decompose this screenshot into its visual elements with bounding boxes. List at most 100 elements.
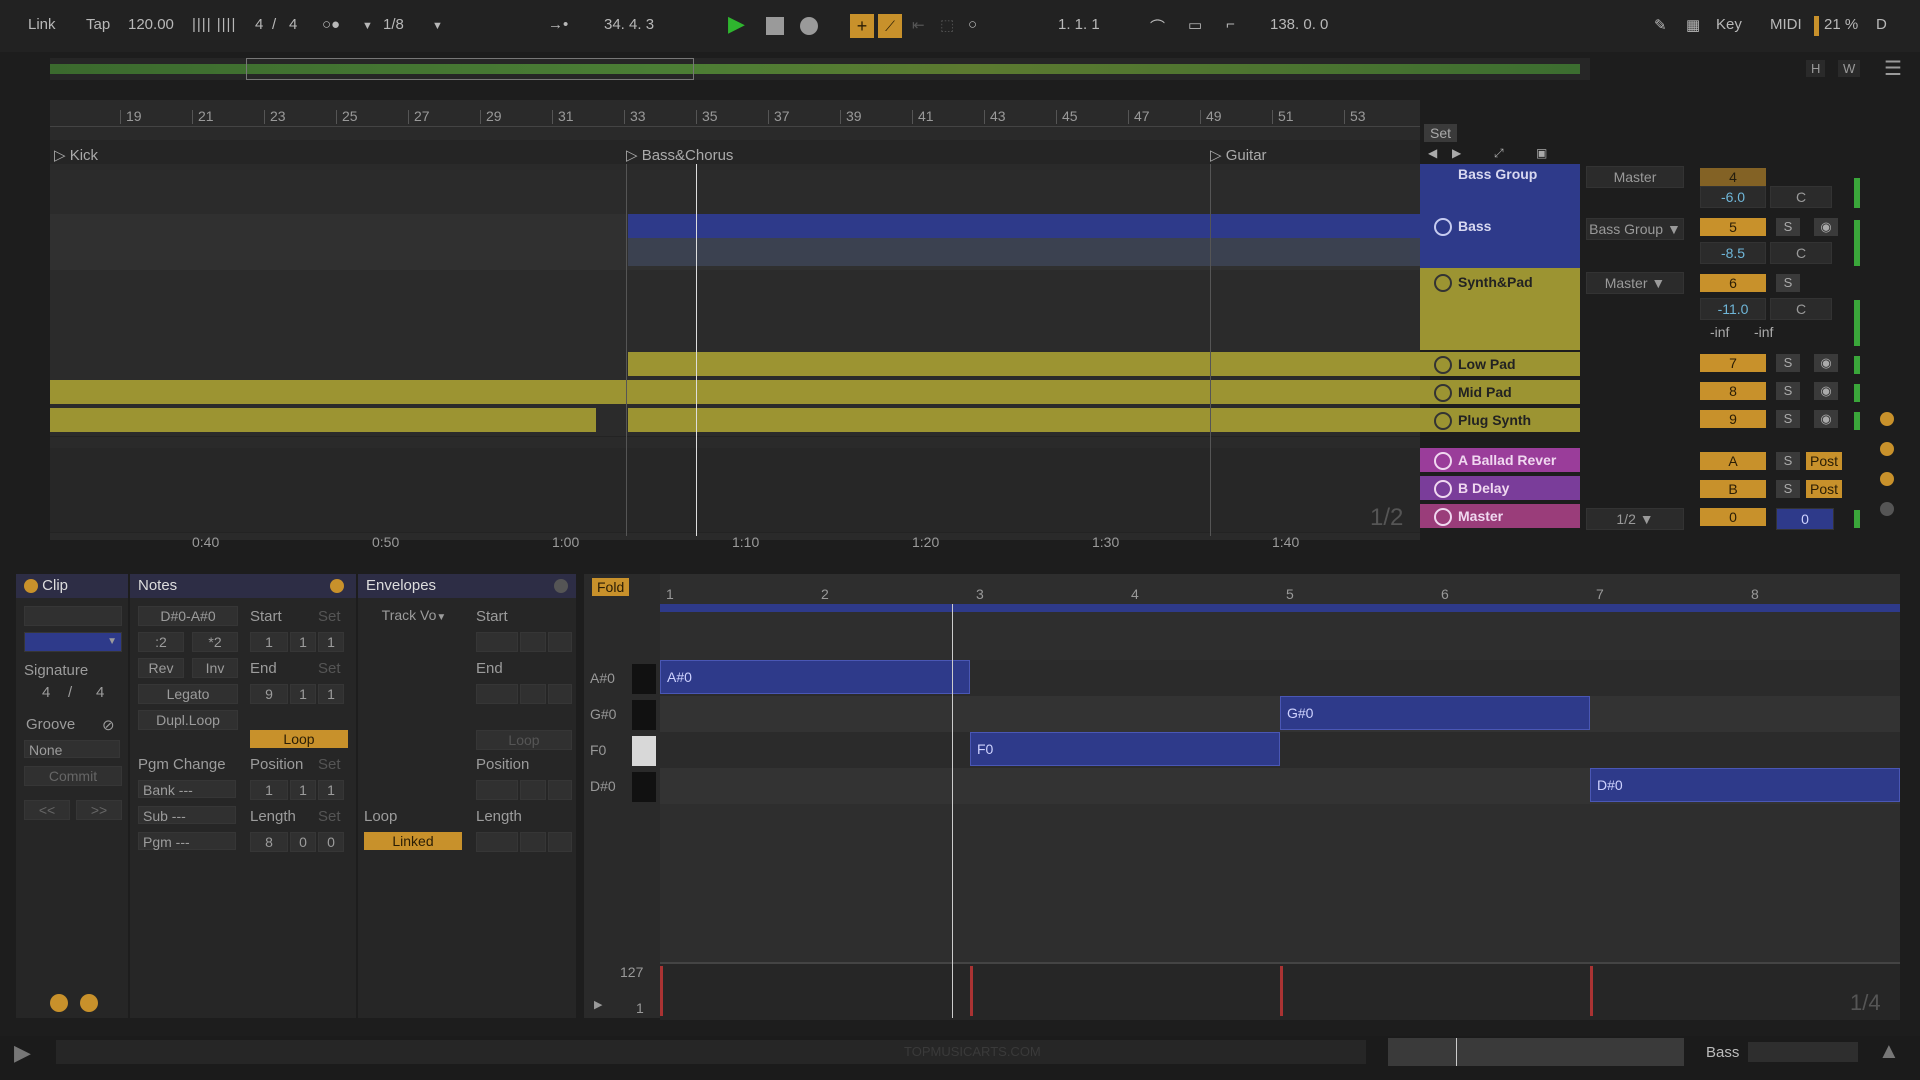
start-sixteenth[interactable]: 1 [318,632,344,652]
env-position-beat[interactable] [520,780,546,800]
detail-overview[interactable] [1388,1038,1684,1066]
volume-field[interactable]: -8.5 [1700,242,1766,264]
black-key[interactable] [632,700,656,730]
track-a-ballad-reverb[interactable]: A Ballad Rever [1420,448,1580,472]
play-icon[interactable]: ▶ [728,11,745,37]
mixer-toggle-icon[interactable] [1880,472,1894,486]
chevron-down-icon[interactable]: ▼ [432,20,443,32]
track-activator[interactable]: B [1700,480,1766,498]
end-beat[interactable]: 1 [290,684,316,704]
pan-field[interactable]: C [1770,186,1832,208]
env-position-sixteenth[interactable] [548,780,572,800]
overdub-icon[interactable]: + [850,14,874,38]
prev-clip-button[interactable]: << [24,800,70,820]
output-routing[interactable]: Master ▼ [1586,272,1684,294]
end-bar[interactable]: 9 [250,684,288,704]
delay-toggle-icon[interactable] [1880,502,1894,516]
black-key[interactable] [632,664,656,694]
solo-button[interactable]: S [1776,410,1800,428]
record-icon[interactable] [800,17,818,35]
locator-bass-chorus[interactable]: ▷ Bass&Chorus [626,146,733,164]
loop-switch-icon[interactable]: ▭ [1188,16,1202,34]
track-activator[interactable]: 7 [1700,354,1766,372]
duplicate-loop-button[interactable]: Dupl.Loop [138,710,238,730]
solo-button[interactable]: S [1776,274,1800,292]
pan-field[interactable]: C [1770,298,1832,320]
program-field[interactable]: Pgm --- [138,832,236,850]
expand-panel-icon[interactable] [554,579,568,593]
legato-button[interactable]: Legato [138,684,238,704]
track-synth-pad[interactable]: Synth&Pad [1420,268,1580,350]
arm-icon[interactable]: ◉ [1814,354,1838,372]
clip-color-menu[interactable]: ▼ [24,632,122,652]
track-activator[interactable]: A [1700,452,1766,470]
start-bar[interactable]: 1 [250,632,288,652]
track-bass[interactable]: Bass [1420,212,1580,268]
track-lane[interactable] [50,270,1420,353]
invert-button[interactable]: Inv [192,658,238,678]
automation-arm-icon[interactable]: ⟋ [878,14,902,38]
black-key[interactable] [632,772,656,802]
track-activator[interactable]: 9 [1700,410,1766,428]
locator-kick[interactable]: ▷ Kick [54,146,98,164]
length-bar[interactable]: 8 [250,832,288,852]
arm-icon[interactable]: ◉ [1814,410,1838,428]
nudge-icon[interactable]: |||| |||| [192,16,236,33]
session-record-icon[interactable]: ○ [968,16,977,33]
clip-panel-header[interactable]: Clip [16,574,128,598]
fold-icon[interactable] [1434,274,1452,292]
optimize-height-button[interactable]: H [1806,60,1826,77]
play-icon[interactable] [1434,218,1452,236]
note-range[interactable]: D#0-A#0 [138,606,238,626]
expand-panel-icon[interactable] [330,579,344,593]
clip-sig-num[interactable]: 4 [42,684,50,701]
pan-field[interactable]: C [1770,242,1832,264]
set-locator-button[interactable]: Set [1424,124,1458,142]
track-activator[interactable]: 6 [1700,274,1766,292]
length-sixteenth[interactable]: 0 [318,832,344,852]
arm-icon[interactable]: ◉ [1814,382,1838,400]
half-tempo-button[interactable]: :2 [138,632,184,652]
env-start-beat[interactable] [520,632,546,652]
computer-keyboard-icon[interactable]: ▦ [1686,16,1700,34]
track-activator[interactable]: 8 [1700,382,1766,400]
song-position[interactable]: 34. 4. 3 [604,16,654,33]
locator-guitar[interactable]: ▷ Guitar [1210,146,1267,164]
sub-bank-field[interactable]: Sub --- [138,806,236,824]
midi-note[interactable]: G#0 [1280,696,1590,730]
menu-icon[interactable]: ☰ [1884,56,1902,81]
set-end-button[interactable]: Set [318,660,341,677]
env-end-bar[interactable] [476,684,518,704]
position-bar[interactable]: 1 [250,780,288,800]
mid-pad-clip[interactable] [50,380,1420,404]
solo-button[interactable]: S [1776,480,1800,498]
env-length-sixteenth[interactable] [548,832,572,852]
env-start-bar[interactable] [476,632,518,652]
track-activator[interactable]: 0 [1700,508,1766,526]
loop-length-field[interactable]: 138. 0. 0 [1270,16,1328,33]
volume-field[interactable]: -11.0 [1700,298,1766,320]
key-map-button[interactable]: Key [1716,16,1742,33]
metronome-icon[interactable]: ○● [322,16,340,33]
track-lane[interactable] [50,170,1420,215]
env-end-sixteenth[interactable] [548,684,572,704]
groove-menu[interactable]: None [24,740,120,758]
bass-clip[interactable] [628,214,1420,238]
play-preview-icon[interactable]: ▶ [14,1040,31,1066]
signature-numerator[interactable]: 4 [255,16,263,33]
chevron-down-icon[interactable]: ▼ [362,20,373,32]
hot-swap-icon[interactable]: ⊘ [102,716,115,734]
signature-denominator[interactable]: 4 [289,16,297,33]
position-beat[interactable]: 1 [290,780,316,800]
linked-button[interactable]: Linked [364,832,462,850]
length-beat[interactable]: 0 [290,832,316,852]
output-routing[interactable]: Master [1586,166,1684,188]
commit-button[interactable]: Commit [24,766,122,786]
envelope-control-menu[interactable]: Track Vo▼ [364,606,464,624]
play-icon[interactable] [1434,384,1452,402]
play-icon[interactable] [1434,356,1452,374]
output-routing[interactable]: Bass Group ▼ [1586,218,1684,240]
track-activator[interactable]: 5 [1700,218,1766,236]
solo-button[interactable]: S [1776,218,1800,236]
plug-synth-clip[interactable] [628,408,1420,432]
